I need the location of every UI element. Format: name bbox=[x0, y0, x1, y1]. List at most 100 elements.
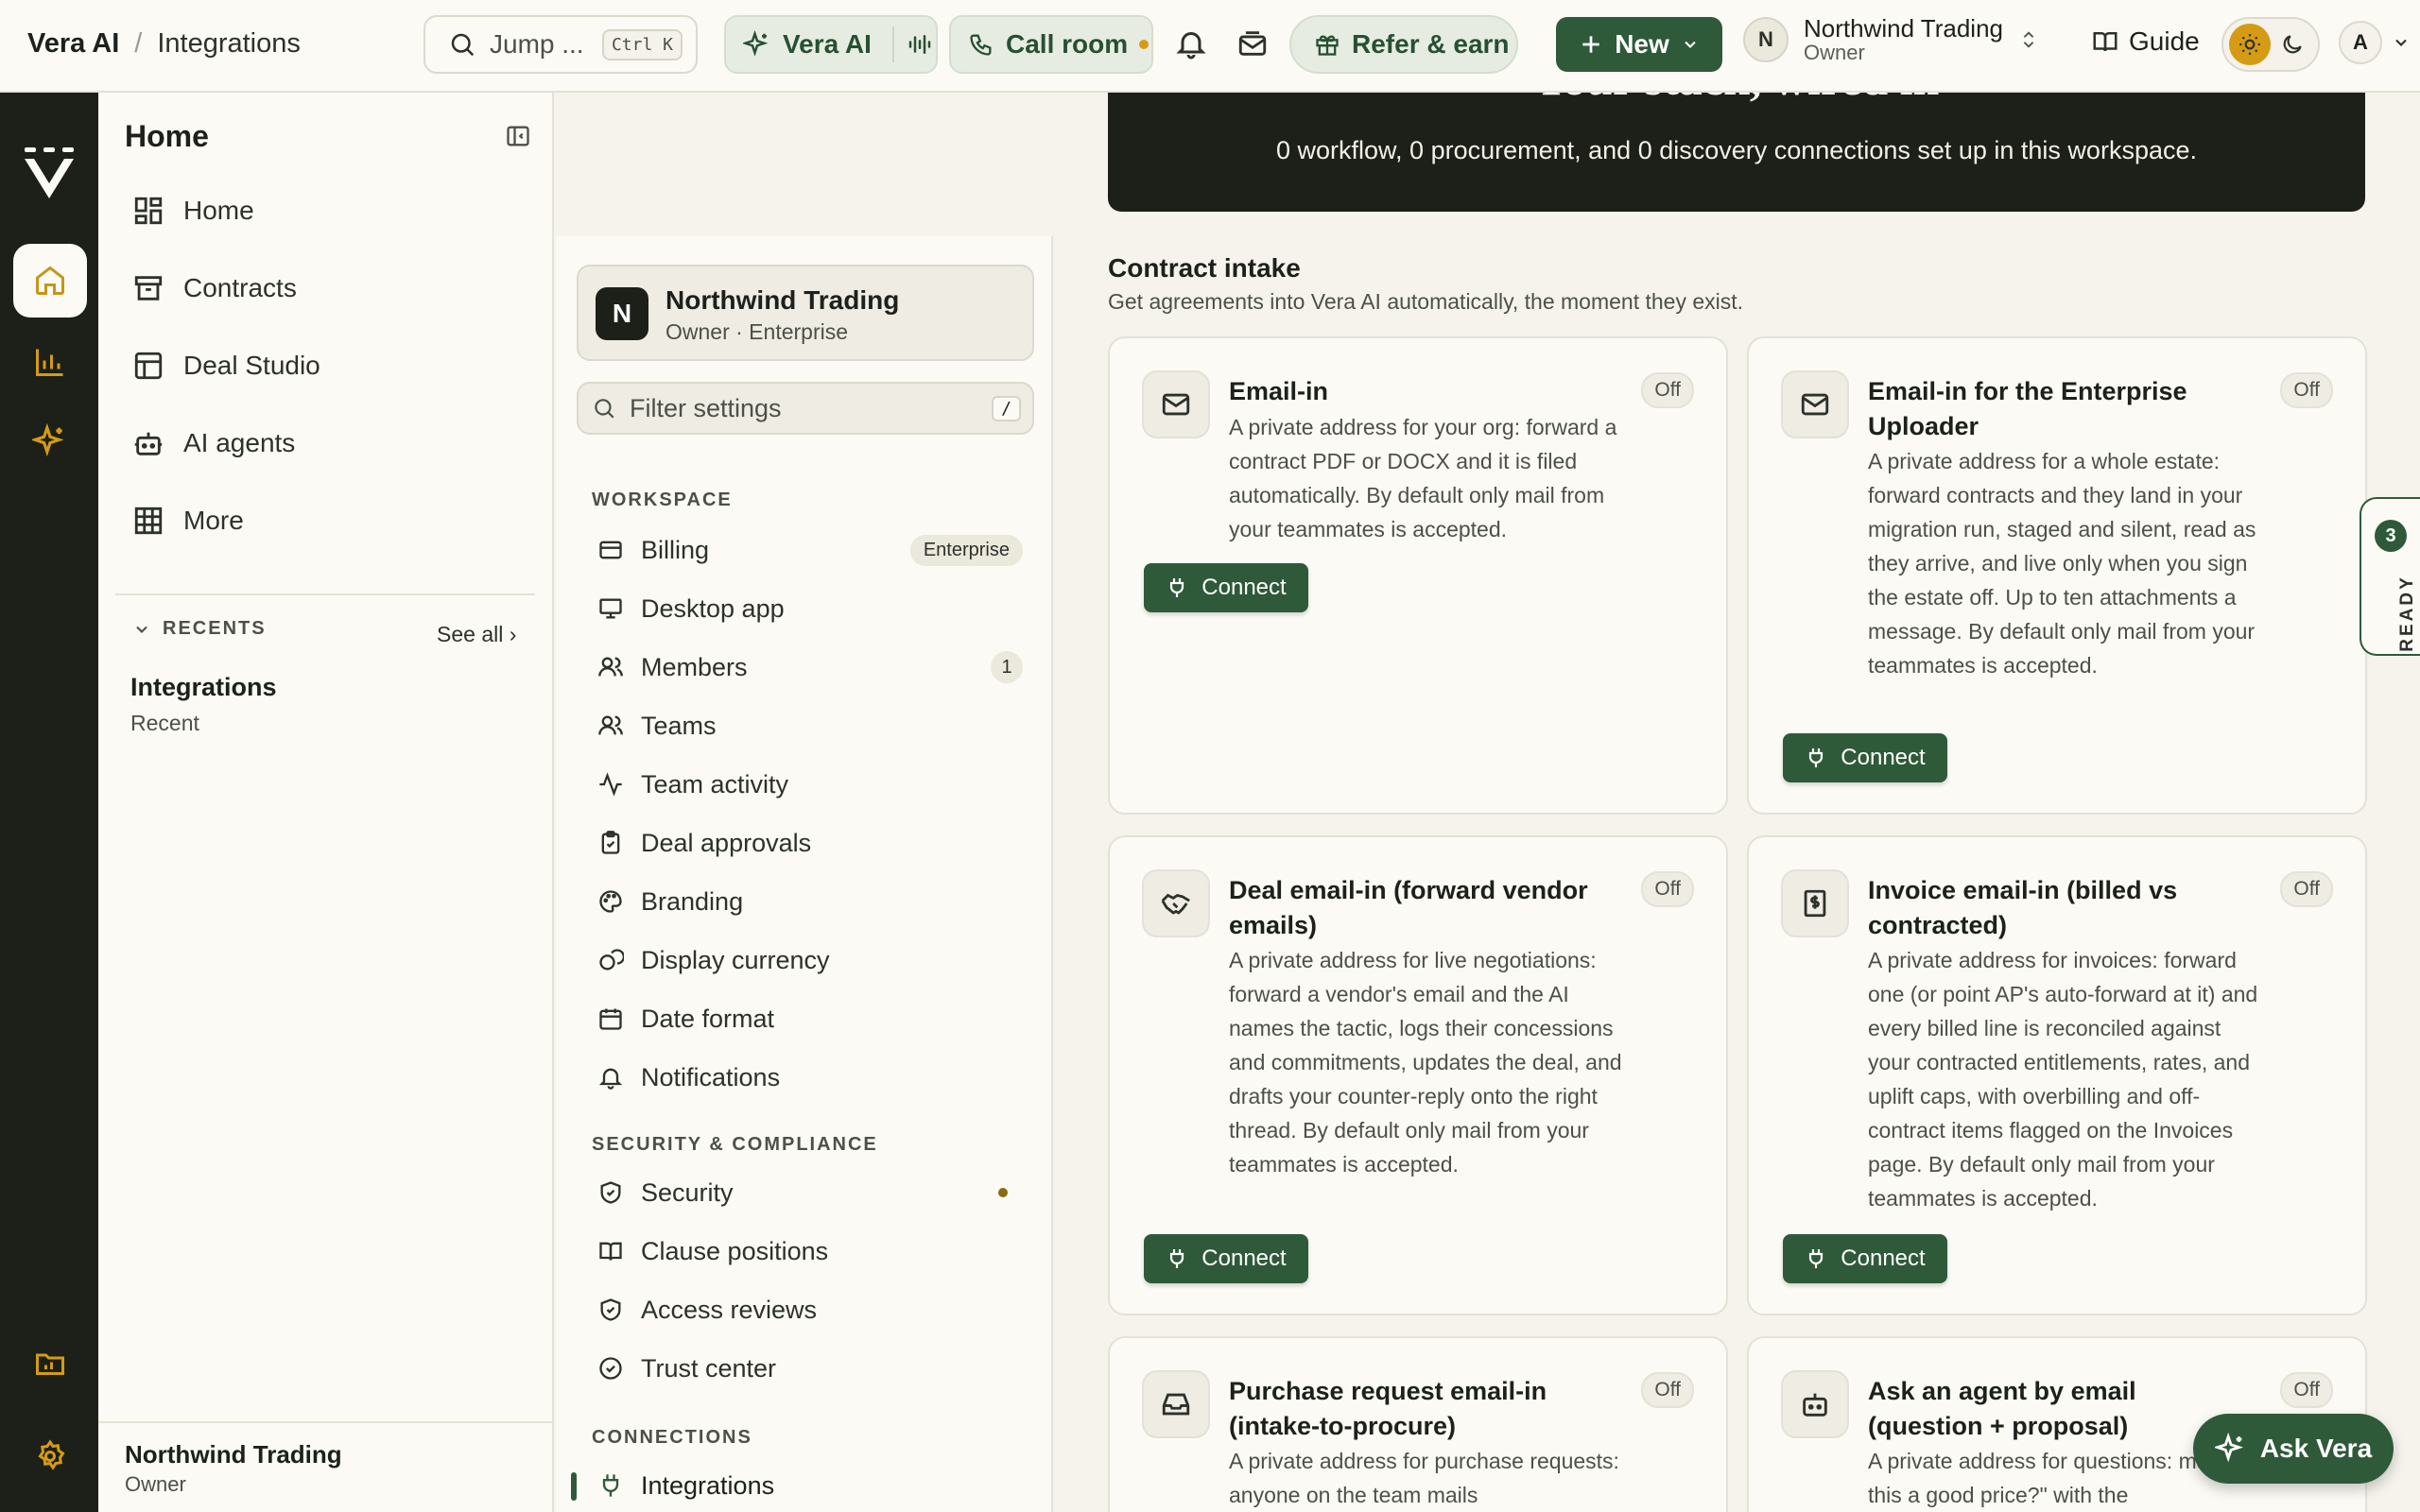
users-icon bbox=[598, 657, 623, 677]
connect-label: Connect bbox=[1841, 745, 1926, 770]
recent-item-subtitle: Recent bbox=[130, 711, 199, 735]
plug-icon bbox=[1170, 578, 1184, 597]
sidebar-item-more[interactable]: More bbox=[132, 505, 244, 537]
connect-button[interactable]: Connect bbox=[1144, 1234, 1308, 1283]
settings-item-access-reviews[interactable]: Access reviews bbox=[597, 1291, 1023, 1329]
sidebar-item-ai-agents[interactable]: AI agents bbox=[132, 427, 295, 459]
call-status-dot bbox=[1139, 40, 1150, 49]
recents-toggle[interactable]: RECENTS bbox=[132, 618, 267, 640]
settings-item-label: Billing bbox=[641, 535, 710, 564]
user-avatar: A bbox=[2339, 21, 2382, 64]
gear-icon bbox=[38, 1439, 65, 1470]
vera-ai-button[interactable]: Vera AI bbox=[724, 15, 938, 74]
guide-button[interactable]: Guide bbox=[2091, 26, 2200, 57]
sidebar-item-deal-studio[interactable]: Deal Studio bbox=[132, 350, 320, 382]
section-title: Contract intake bbox=[1108, 253, 1301, 283]
connect-label: Connect bbox=[1201, 1246, 1287, 1271]
connect-button[interactable]: Connect bbox=[1783, 733, 1947, 782]
calendar-icon bbox=[599, 1008, 622, 1030]
bell-icon[interactable] bbox=[1174, 26, 1208, 60]
settings-item-members[interactable]: Members 1 bbox=[597, 648, 1023, 686]
see-all-link[interactable]: See all › bbox=[437, 622, 516, 647]
workspace-switcher[interactable]: N Northwind Trading Owner bbox=[1743, 15, 2039, 64]
org-card[interactable]: N Northwind Trading Owner · Enterprise bbox=[577, 265, 1034, 361]
status-badge: Off bbox=[1641, 372, 1694, 408]
status-badge: Off bbox=[2280, 372, 2333, 408]
connect-button[interactable]: Connect bbox=[1783, 1234, 1947, 1283]
sparkle-icon bbox=[32, 423, 64, 457]
refer-earn-button[interactable]: Refer & earn bbox=[1289, 15, 1518, 74]
filter-shortcut: / bbox=[992, 395, 1021, 421]
integration-card-purchase-request: Purchase request email-in (intake-to-pro… bbox=[1108, 1336, 1728, 1512]
palette-icon bbox=[599, 890, 622, 913]
rail-ai[interactable] bbox=[13, 404, 87, 478]
footer-org-name: Northwind Trading bbox=[125, 1440, 342, 1469]
voice-wave-icon[interactable] bbox=[906, 30, 934, 59]
members-count: 1 bbox=[991, 651, 1023, 683]
integration-card-enterprise-uploader: Email-in for the Enterprise Uploader Off… bbox=[1747, 336, 2367, 815]
sidebar-footer[interactable]: Northwind Trading Owner bbox=[98, 1421, 554, 1512]
settings-item-integrations[interactable]: Integrations bbox=[597, 1467, 1023, 1504]
settings-item-trust-center[interactable]: Trust center bbox=[597, 1349, 1023, 1387]
ask-vera-button[interactable]: Ask Vera bbox=[2193, 1414, 2394, 1484]
attention-dot bbox=[998, 1188, 1008, 1197]
settings-item-desktop-app[interactable]: Desktop app bbox=[597, 590, 1023, 627]
sidebar: Home Home Contracts Deal Studio AI agent… bbox=[98, 93, 554, 1512]
settings-item-billing[interactable]: Billing Enterprise bbox=[597, 531, 1023, 569]
settings-item-notifications[interactable]: Notifications bbox=[597, 1058, 1023, 1096]
inbox-mail-icon[interactable] bbox=[1236, 26, 1269, 60]
settings-item-display-currency[interactable]: Display currency bbox=[597, 941, 1023, 979]
ready-label: READY bbox=[2396, 575, 2417, 652]
ready-panel-tab[interactable]: 3 READY bbox=[2360, 497, 2420, 656]
settings-item-security[interactable]: Security bbox=[597, 1174, 1023, 1211]
chevron-down-icon bbox=[1685, 41, 1696, 48]
gift-icon bbox=[1316, 35, 1339, 56]
breadcrumb: Vera AI / Integrations bbox=[27, 28, 301, 60]
card-title: Invoice email-in (billed vs contracted) bbox=[1868, 876, 2178, 939]
layout-icon bbox=[134, 352, 163, 380]
footer-org-role: Owner bbox=[125, 1472, 186, 1496]
rail-analytics[interactable] bbox=[13, 325, 87, 399]
settings-item-team-activity[interactable]: Team activity bbox=[597, 765, 1023, 803]
sidebar-item-contracts[interactable]: Contracts bbox=[132, 272, 297, 304]
settings-item-clause-positions[interactable]: Clause positions bbox=[597, 1232, 1023, 1270]
filter-settings-input[interactable]: Filter settings / bbox=[577, 382, 1034, 435]
settings-item-branding[interactable]: Branding bbox=[597, 883, 1023, 920]
settings-item-label: Trust center bbox=[641, 1353, 777, 1383]
moon-icon[interactable] bbox=[2280, 32, 2305, 57]
call-room-button[interactable]: Call room bbox=[949, 15, 1153, 74]
theme-toggle[interactable] bbox=[2221, 17, 2320, 72]
jump-search-button[interactable]: Jump ... Ctrl K bbox=[424, 15, 698, 74]
settings-item-label: Teams bbox=[641, 711, 717, 740]
plus-icon bbox=[1582, 36, 1599, 53]
recent-item-title[interactable]: Integrations bbox=[130, 673, 277, 702]
rail-settings[interactable] bbox=[13, 1419, 87, 1493]
vera-logo-icon[interactable] bbox=[21, 146, 78, 202]
settings-item-deal-approvals[interactable]: Deal approvals bbox=[597, 824, 1023, 862]
breadcrumb-app[interactable]: Vera AI bbox=[27, 28, 119, 60]
bell-icon bbox=[598, 1068, 623, 1090]
collapse-sidebar-icon[interactable] bbox=[505, 123, 531, 149]
search-icon bbox=[595, 399, 614, 419]
bar-chart-icon bbox=[36, 349, 63, 376]
sparkle-icon bbox=[743, 30, 769, 57]
mail-icon bbox=[1142, 370, 1210, 438]
sidebar-item-home[interactable]: Home bbox=[132, 195, 254, 227]
activity-icon bbox=[599, 772, 622, 797]
settings-item-label: Desktop app bbox=[641, 593, 785, 623]
connect-button[interactable]: Connect bbox=[1144, 563, 1308, 612]
settings-item-date-format[interactable]: Date format bbox=[597, 1000, 1023, 1038]
sun-icon[interactable] bbox=[2229, 24, 2271, 65]
settings-item-label: Integrations bbox=[641, 1470, 775, 1500]
receipt-icon bbox=[1781, 869, 1849, 937]
settings-item-label: Security bbox=[641, 1177, 734, 1207]
shield-check-icon bbox=[600, 1298, 621, 1321]
active-indicator bbox=[571, 1472, 577, 1501]
new-button[interactable]: New bbox=[1556, 17, 1722, 72]
ask-vera-label: Ask Vera bbox=[2259, 1434, 2373, 1463]
rail-home[interactable] bbox=[13, 244, 87, 318]
coins-icon bbox=[599, 949, 624, 971]
user-menu[interactable]: A bbox=[2339, 21, 2411, 64]
settings-item-teams[interactable]: Teams bbox=[597, 707, 1023, 745]
rail-folder[interactable] bbox=[13, 1327, 87, 1400]
